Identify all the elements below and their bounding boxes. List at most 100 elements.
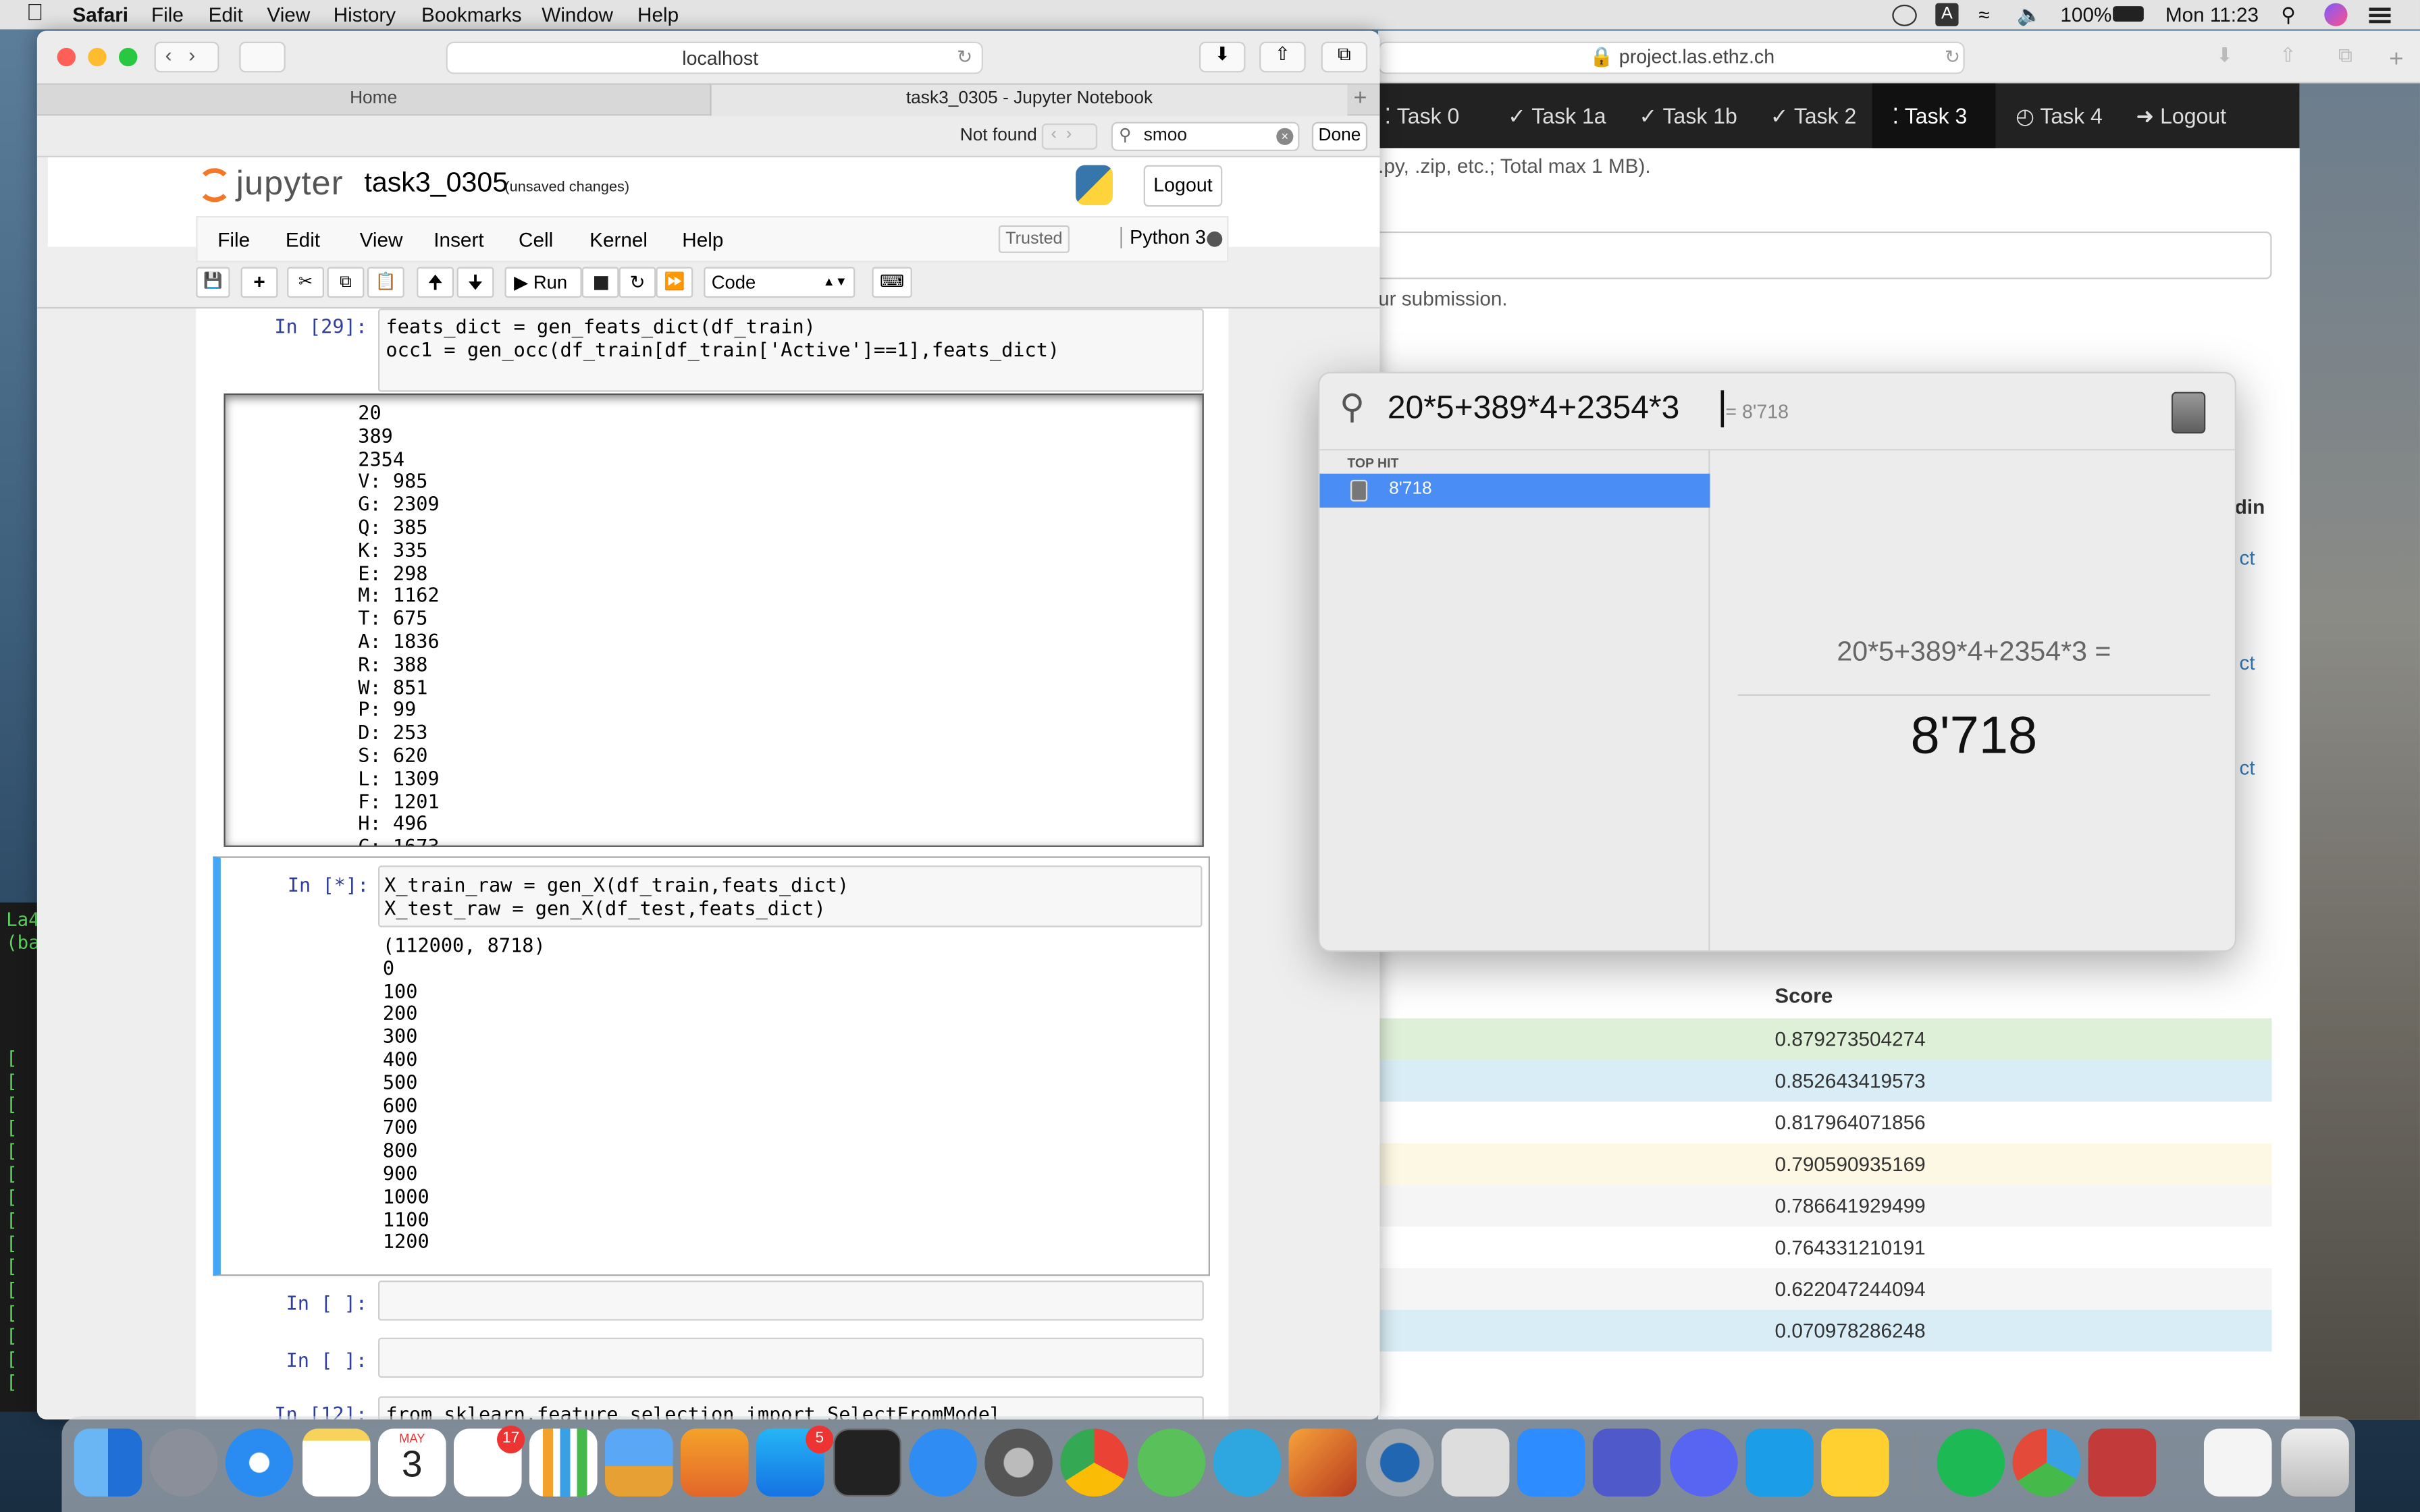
- reload-icon[interactable]: ↻: [1945, 47, 1960, 68]
- clock[interactable]: Mon 11:23: [2165, 3, 2259, 26]
- notes-icon[interactable]: [302, 1428, 371, 1497]
- calendar-icon[interactable]: MAY 3: [377, 1428, 446, 1497]
- sidebar-toggle-icon[interactable]: [239, 41, 286, 73]
- discord-icon[interactable]: [1670, 1428, 1738, 1497]
- move-up-icon[interactable]: 🠉: [417, 267, 454, 298]
- photo-booth-icon[interactable]: [2088, 1428, 2157, 1497]
- back-forward-buttons[interactable]: ‹ ›: [154, 41, 219, 73]
- find-input[interactable]: ⚲ smoo ×: [1111, 122, 1300, 151]
- jupyter-menu-edit[interactable]: Edit: [286, 228, 320, 251]
- file-input[interactable]: [1378, 231, 2272, 279]
- matlab-icon[interactable]: [1288, 1428, 1357, 1497]
- numbers-icon[interactable]: [529, 1428, 598, 1497]
- find-prev-next[interactable]: ‹ ›: [1041, 123, 1098, 150]
- app-menu[interactable]: Safari: [72, 3, 128, 26]
- share-icon[interactable]: ⇧: [2280, 43, 2296, 68]
- restart-run-all-icon[interactable]: ⏩: [656, 267, 693, 298]
- cut-icon[interactable]: ✂: [287, 267, 324, 298]
- code-cell[interactable]: In [29]: feats_dict = gen_feats_dict(df_…: [196, 308, 1228, 852]
- nav-task1b[interactable]: ✓ Task 1b: [1639, 103, 1737, 130]
- code-cell-running[interactable]: In [*]: X_train_raw = gen_X(df_train,fea…: [213, 856, 1210, 1276]
- calc-result[interactable]: 8'718: [1710, 707, 2235, 767]
- cell-type-select[interactable]: Code ▲▼: [704, 267, 856, 298]
- terminal-icon[interactable]: [833, 1428, 901, 1497]
- pages-icon[interactable]: [680, 1428, 749, 1497]
- tabs-icon[interactable]: ⧉: [2338, 43, 2352, 68]
- cloud-upload-icon[interactable]: [909, 1428, 977, 1497]
- search-icon[interactable]: ⚲: [2281, 3, 2296, 28]
- jupyter-logo-icon[interactable]: [197, 168, 232, 202]
- spotlight-query[interactable]: 20*5+389*4+2354*3: [1388, 390, 1679, 427]
- new-tab-icon[interactable]: +: [1354, 85, 1367, 111]
- finder-icon[interactable]: [74, 1428, 142, 1497]
- nav-task1a[interactable]: ✓ Task 1a: [1508, 103, 1606, 130]
- notebook-title[interactable]: task3_0305: [364, 167, 508, 199]
- teams-icon[interactable]: [1592, 1428, 1661, 1497]
- new-tab-icon[interactable]: +: [2389, 47, 2403, 74]
- notification-center-icon[interactable]: [2369, 7, 2391, 11]
- clear-search-icon[interactable]: ×: [1276, 128, 1294, 145]
- spotify-icon[interactable]: [1937, 1428, 2005, 1497]
- jupyter-wordmark[interactable]: jupyter: [236, 163, 344, 203]
- kernel-name[interactable]: Python 3: [1120, 226, 1206, 248]
- input-source-icon[interactable]: A: [1935, 3, 1959, 26]
- wifi-icon[interactable]: ≈: [1978, 3, 1989, 26]
- battery-icon[interactable]: [2113, 6, 2144, 22]
- zoom-window-button[interactable]: [118, 47, 138, 67]
- find-done-button[interactable]: Done: [1311, 122, 1368, 151]
- menu-history[interactable]: History: [334, 3, 396, 26]
- downloads-icon[interactable]: ⬇: [1199, 41, 1246, 73]
- chrome-icon[interactable]: [1060, 1428, 1128, 1497]
- trusted-indicator[interactable]: Trusted: [998, 225, 1070, 253]
- reload-icon[interactable]: ↻: [957, 47, 972, 68]
- keynote-icon[interactable]: [604, 1428, 673, 1497]
- address-bar[interactable]: 🔒 project.las.ethz.ch ↻: [1378, 41, 1965, 74]
- menu-bookmarks[interactable]: Bookmarks: [421, 3, 522, 26]
- close-window-button[interactable]: [57, 47, 76, 67]
- nav-task0[interactable]: ⁚ Task 0: [1384, 103, 1459, 130]
- menu-view[interactable]: View: [267, 3, 310, 26]
- volume-icon[interactable]: 🔈: [2017, 3, 2042, 28]
- jupyter-menu-file[interactable]: File: [217, 228, 250, 251]
- miro-icon[interactable]: [1821, 1428, 1889, 1497]
- jupyter-menu-cell[interactable]: Cell: [519, 228, 553, 251]
- move-down-icon[interactable]: 🠋: [456, 267, 494, 298]
- restart-icon[interactable]: ↻: [619, 267, 656, 298]
- tab-jupyter[interactable]: task3_0305 - Jupyter Notebook: [711, 84, 1348, 116]
- jupyter-menu-kernel[interactable]: Kernel: [589, 228, 648, 251]
- telegram-icon[interactable]: [1213, 1428, 1282, 1497]
- nav-task4[interactable]: ◴ Task 4: [2016, 103, 2103, 130]
- logout-button[interactable]: Logout: [1143, 165, 1223, 207]
- select-link[interactable]: ct: [2240, 546, 2255, 569]
- copy-icon[interactable]: ⧉: [327, 267, 365, 298]
- nav-task3[interactable]: ⁚ Task 3: [1892, 103, 1967, 130]
- downloads-icon[interactable]: ⬇: [2216, 43, 2247, 71]
- address-bar[interactable]: localhost ↻: [446, 41, 983, 74]
- top-hit-result[interactable]: 8'718: [1319, 473, 1710, 508]
- code-cell[interactable]: In [ ]:: [196, 1280, 1228, 1324]
- rstudio-pro-icon[interactable]: [1441, 1428, 1510, 1497]
- r-icon[interactable]: [1365, 1428, 1434, 1497]
- cell-input[interactable]: X_train_raw = gen_X(df_train,feats_dict)…: [377, 865, 1203, 927]
- jupyter-menu-view[interactable]: View: [360, 228, 403, 251]
- code-cell[interactable]: In [ ]:: [196, 1337, 1228, 1381]
- feishu-icon[interactable]: [1745, 1428, 1814, 1497]
- cell-input[interactable]: [377, 1337, 1204, 1378]
- jupyter-menu-insert[interactable]: Insert: [433, 228, 483, 251]
- insert-cell-icon[interactable]: +: [240, 267, 278, 298]
- menu-help[interactable]: Help: [637, 3, 679, 26]
- select-link[interactable]: ct: [2240, 651, 2255, 674]
- safari-icon[interactable]: [225, 1428, 294, 1497]
- trash-icon[interactable]: [2281, 1428, 2349, 1497]
- menu-edit[interactable]: Edit: [209, 3, 243, 26]
- menu-file[interactable]: File: [151, 3, 184, 26]
- nav-logout[interactable]: ➜ Logout: [2136, 103, 2226, 130]
- select-link[interactable]: ct: [2240, 756, 2255, 779]
- creative-cloud-icon[interactable]: [1892, 4, 1917, 26]
- apple-icon[interactable]: : [26, 0, 44, 26]
- save-icon[interactable]: 💾: [196, 267, 230, 298]
- interrupt-icon[interactable]: [581, 267, 619, 298]
- siri-icon[interactable]: [2324, 3, 2348, 26]
- cell-input[interactable]: feats_dict = gen_feats_dict(df_train) oc…: [377, 308, 1204, 392]
- zoom-icon[interactable]: [1517, 1428, 1585, 1497]
